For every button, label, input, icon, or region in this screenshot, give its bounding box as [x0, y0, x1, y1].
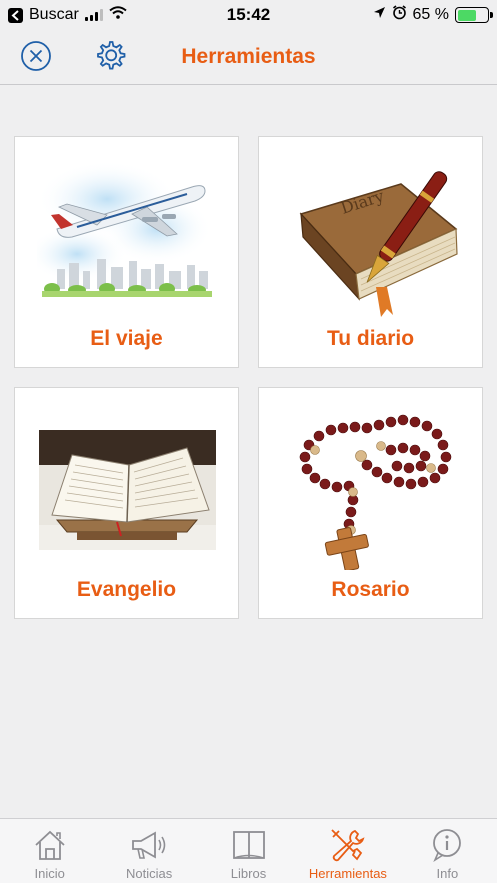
battery-percent: 65 % — [412, 6, 449, 23]
back-to-app-icon[interactable] — [8, 7, 23, 23]
status-left: Buscar — [8, 6, 127, 24]
alarm-icon — [392, 5, 407, 25]
tile-label: Tu diario — [326, 327, 415, 350]
tile-label: Evangelio — [76, 578, 177, 601]
tab-label: Inicio — [34, 866, 65, 881]
location-arrow-icon — [373, 6, 386, 24]
megaphone-icon — [129, 827, 169, 863]
tab-inicio[interactable]: Inicio — [0, 819, 99, 883]
tab-label: Info — [436, 866, 459, 881]
tile-rosario[interactable]: Rosario — [258, 387, 483, 619]
diary-pen-icon: Diary — [281, 159, 462, 319]
page-title: Herramientas — [181, 45, 316, 68]
tab-noticias[interactable]: Noticias — [99, 819, 198, 883]
status-bar: Buscar 15:42 65 % — [0, 0, 497, 30]
battery-icon — [455, 7, 493, 23]
tab-label: Libros — [230, 866, 267, 881]
tile-evangelio[interactable]: Evangelio — [14, 387, 239, 619]
app-screen: Buscar 15:42 65 % Herramientas El viaje … — [0, 0, 497, 883]
tab-libros[interactable]: Libros — [199, 819, 298, 883]
tile-el-viaje[interactable]: El viaje — [14, 136, 239, 368]
home-icon — [30, 827, 70, 863]
airplane-city-icon — [37, 159, 218, 319]
tile-label: El viaje — [90, 327, 163, 350]
info-icon — [427, 827, 467, 863]
status-right: 65 % — [373, 5, 493, 25]
back-to-app-label[interactable]: Buscar — [29, 6, 79, 24]
tile-label: Rosario — [331, 578, 410, 601]
rosary-icon — [281, 410, 462, 570]
navigation-bar: Herramientas — [0, 30, 497, 85]
book-icon — [229, 827, 269, 863]
open-book-lectern-icon — [37, 410, 218, 570]
tab-label: Herramientas — [308, 866, 387, 881]
tab-label: Noticias — [125, 866, 173, 881]
wifi-icon — [109, 6, 127, 24]
tab-bar: Inicio Noticias Libros Herramientas Info — [0, 818, 497, 883]
tools-icon — [328, 827, 368, 863]
battery-level-fill — [457, 9, 477, 21]
tile-tu-diario[interactable]: Diary Tu diario — [258, 136, 483, 368]
tab-herramientas[interactable]: Herramientas — [298, 819, 397, 883]
status-time: 15:42 — [226, 5, 271, 24]
tab-info[interactable]: Info — [398, 819, 497, 883]
cell-signal-icon — [84, 9, 103, 21]
